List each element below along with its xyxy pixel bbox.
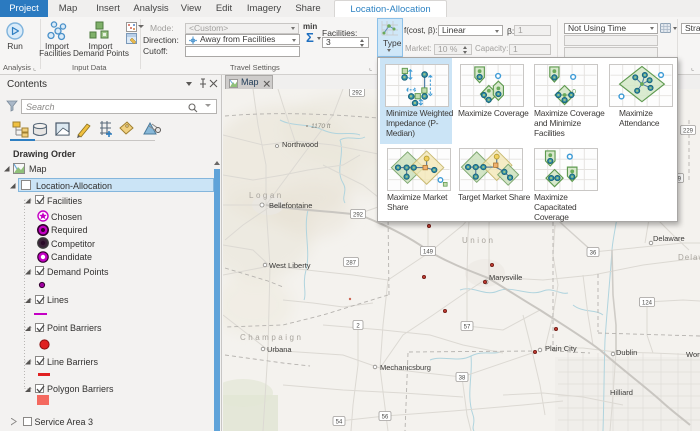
svg-text:Union: Union xyxy=(462,236,495,245)
svg-text:Marysville: Marysville xyxy=(489,273,522,282)
svg-text:West Liberty: West Liberty xyxy=(269,261,311,270)
svg-text:36: 36 xyxy=(590,251,597,257)
svg-text:149: 149 xyxy=(423,250,434,256)
svg-text:Bellefontaine: Bellefontaine xyxy=(269,201,312,210)
svg-text:Plain City: Plain City xyxy=(545,344,577,353)
svg-text:Delawa: Delawa xyxy=(678,253,700,262)
svg-text:229: 229 xyxy=(683,129,694,135)
svg-text:Dublin: Dublin xyxy=(616,348,637,357)
svg-text:Worth: Worth xyxy=(686,350,700,359)
svg-text:292: 292 xyxy=(353,213,364,219)
svg-text:1170 ft: 1170 ft xyxy=(311,123,332,130)
svg-text:Logan: Logan xyxy=(249,191,284,200)
svg-text:292: 292 xyxy=(352,91,363,97)
svg-text:287: 287 xyxy=(346,261,357,267)
svg-text:Northwood: Northwood xyxy=(282,140,318,149)
svg-text:56: 56 xyxy=(382,415,389,421)
svg-text:38: 38 xyxy=(459,376,466,382)
svg-text:124: 124 xyxy=(642,301,653,307)
svg-text:Urbana: Urbana xyxy=(267,345,292,354)
svg-text:57: 57 xyxy=(464,325,471,331)
svg-text:Mechanicsburg: Mechanicsburg xyxy=(380,363,431,372)
svg-text:54: 54 xyxy=(336,420,343,426)
svg-text:Delaware: Delaware xyxy=(653,234,685,243)
svg-text:Hilliard: Hilliard xyxy=(610,388,633,397)
svg-text:Champaign: Champaign xyxy=(240,333,303,342)
